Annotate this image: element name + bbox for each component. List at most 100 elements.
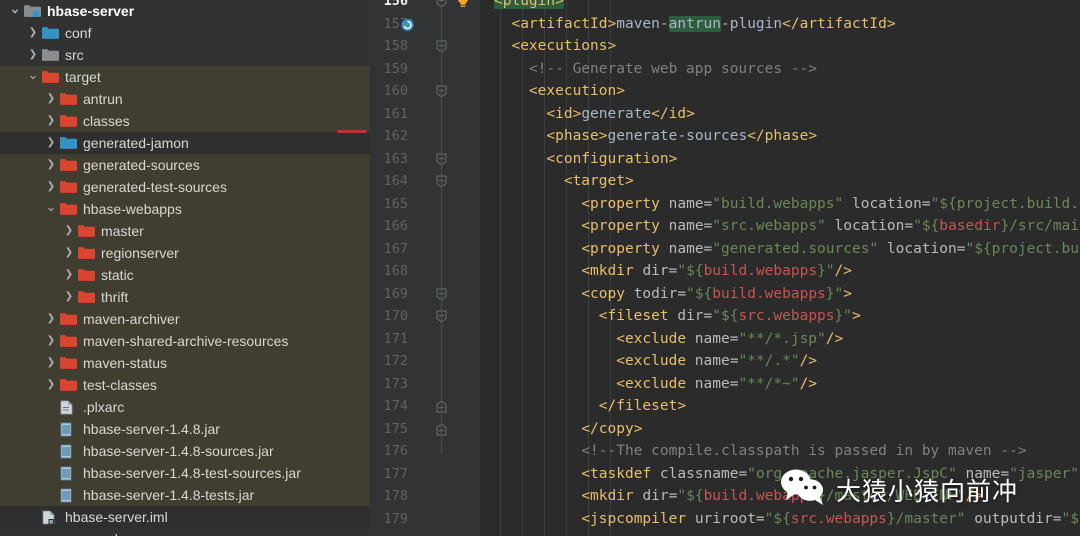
gutter-line[interactable]: 157 <box>370 13 480 36</box>
chevron-right-icon[interactable]: ❯ <box>26 28 40 38</box>
code-line[interactable]: <configuration> <box>480 148 1080 171</box>
code-line[interactable]: <exclude name="**/*.jsp"/> <box>480 328 1080 351</box>
tree-item-generated-sources[interactable]: ❯ generated-sources <box>0 154 370 176</box>
tree-item-master[interactable]: ❯ master <box>0 220 370 242</box>
gutter-line[interactable]: 162 <box>370 125 480 148</box>
gutter-line[interactable]: 166 <box>370 215 480 238</box>
code-line[interactable]: <executions> <box>480 35 1080 58</box>
gutter-line[interactable]: 167 <box>370 238 480 261</box>
code-line[interactable]: <mkdir dir="${build.webapps}/master/WEB-… <box>480 485 1080 508</box>
code-line[interactable]: </copy> <box>480 418 1080 441</box>
code-line[interactable]: <!--The compile.classpath is passed in b… <box>480 440 1080 463</box>
code-line[interactable]: <copy todir="${build.webapps}"> <box>480 283 1080 306</box>
gutter-line[interactable]: 172 <box>370 350 480 373</box>
chevron-right-icon[interactable]: ❯ <box>44 336 58 346</box>
gutter-line[interactable]: 164 <box>370 170 480 193</box>
code-line[interactable]: <plugin> <box>480 0 1080 13</box>
tree-item-maven-shared-archive-resources[interactable]: ❯ maven-shared-archive-resources <box>0 330 370 352</box>
code-line[interactable]: <exclude name="**/*~"/> <box>480 373 1080 396</box>
tree-item-hbase-server-1-4-8-sources-jar[interactable]: hbase-server-1.4.8-sources.jar <box>0 440 370 462</box>
gutter-line[interactable]: 177 <box>370 463 480 486</box>
gutter-line[interactable]: 156 <box>370 0 480 13</box>
intention-bulb-icon[interactable] <box>456 0 470 8</box>
tree-item-hbase-server-1-4-8-tests-jar[interactable]: hbase-server-1.4.8-tests.jar <box>0 484 370 506</box>
code-line[interactable]: <property name="src.webapps" location="$… <box>480 215 1080 238</box>
code-line[interactable]: <target> <box>480 170 1080 193</box>
gutter-line[interactable]: 178 <box>370 485 480 508</box>
tree-item-hbase-server-1-4-8-jar[interactable]: hbase-server-1.4.8.jar <box>0 418 370 440</box>
gutter-line[interactable]: 173 <box>370 373 480 396</box>
chevron-right-icon[interactable]: ❯ <box>44 116 58 126</box>
gutter-line[interactable]: 176 <box>370 440 480 463</box>
tree-item-thrift[interactable]: ❯ thrift <box>0 286 370 308</box>
folder-orange-icon <box>76 267 96 283</box>
tree-item-regionserver[interactable]: ❯ regionserver <box>0 242 370 264</box>
editor-gutter[interactable]: 156 157 158 159 160 161 162 163 164 165 166 167 168 1… <box>370 0 480 536</box>
code-editor[interactable]: 156 157 158 159 160 161 162 163 164 165 166 167 168 1… <box>370 0 1080 536</box>
tree-item-target[interactable]: ⌄ target <box>0 66 370 88</box>
chevron-right-icon[interactable]: ❯ <box>44 138 58 148</box>
vcs-revert-icon[interactable] <box>400 17 415 32</box>
code-line[interactable]: </fileset> <box>480 395 1080 418</box>
tree-item-antrun[interactable]: ❯ antrun <box>0 88 370 110</box>
chevron-right-icon[interactable]: ❯ <box>44 182 58 192</box>
code-line[interactable]: <phase>generate-sources</phase> <box>480 125 1080 148</box>
chevron-right-icon[interactable]: ❯ <box>44 380 58 390</box>
code-line[interactable]: <mkdir dir="${build.webapps}"/> <box>480 260 1080 283</box>
code-line[interactable]: <property name="generated.sources" locat… <box>480 238 1080 261</box>
tree-item-conf[interactable]: ❯ conf <box>0 22 370 44</box>
chevron-right-icon[interactable]: ❯ <box>44 314 58 324</box>
tree-item-maven-archiver[interactable]: ❯ maven-archiver <box>0 308 370 330</box>
project-tree-panel[interactable]: ⌄ hbase-server ❯ conf ❯ src ⌄ target ❯ antrun ❯ cla… <box>0 0 370 536</box>
code-line[interactable]: <exclude name="**/.*"/> <box>480 350 1080 373</box>
tree-item-pom-xml[interactable]: m pom.xml <box>0 528 370 536</box>
tree-item-src[interactable]: ❯ src <box>0 44 370 66</box>
gutter-line[interactable]: 170 <box>370 305 480 328</box>
tree-item-generated-test-sources[interactable]: ❯ generated-test-sources <box>0 176 370 198</box>
chevron-right-icon[interactable]: ❯ <box>44 358 58 368</box>
tree-item--plxarc[interactable]: .plxarc <box>0 396 370 418</box>
tree-item-hbase-server[interactable]: ⌄ hbase-server <box>0 0 370 22</box>
code-line[interactable]: <property name="build.webapps" location=… <box>480 193 1080 216</box>
gutter-line[interactable]: 174 <box>370 395 480 418</box>
gutter-line[interactable]: 175 <box>370 418 480 441</box>
tree-item-hbase-server-iml[interactable]: hbase-server.iml <box>0 506 370 528</box>
gutter-line[interactable]: 171 <box>370 328 480 351</box>
tree-item-classes[interactable]: ❯ classes <box>0 110 370 132</box>
chevron-right-icon[interactable]: ❯ <box>44 160 58 170</box>
code-line[interactable]: <!-- Generate web app sources --> <box>480 58 1080 81</box>
tree-item-test-classes[interactable]: ❯ test-classes <box>0 374 370 396</box>
gutter-line[interactable]: 165 <box>370 193 480 216</box>
code-line[interactable]: <fileset dir="${src.webapps}"> <box>480 305 1080 328</box>
code-content[interactable]: <plugin> <artifactId>maven-antrun-plugin… <box>480 0 1080 536</box>
tree-item-static[interactable]: ❯ static <box>0 264 370 286</box>
chevron-right-icon[interactable]: ❯ <box>62 248 76 258</box>
gutter-line[interactable]: 161 <box>370 103 480 126</box>
gutter-line[interactable]: 158 <box>370 35 480 58</box>
code-line[interactable]: <id>generate</id> <box>480 103 1080 126</box>
code-line[interactable]: <artifactId>maven-antrun-plugin</artifac… <box>480 13 1080 36</box>
gutter-line[interactable]: 163 <box>370 148 480 171</box>
chevron-down-icon[interactable]: ⌄ <box>44 200 58 213</box>
chevron-right-icon[interactable]: ❯ <box>26 50 40 60</box>
gutter-line[interactable]: 169 <box>370 283 480 306</box>
gutter-line[interactable]: 168 <box>370 260 480 283</box>
code-line[interactable]: <taskdef classname="org.apache.jasper.Js… <box>480 463 1080 486</box>
tree-item-maven-status[interactable]: ❯ maven-status <box>0 352 370 374</box>
tree-item-generated-jamon[interactable]: ❯ generated-jamon <box>0 132 370 154</box>
chevron-down-icon[interactable]: ⌄ <box>8 2 22 15</box>
chevron-down-icon[interactable]: ⌄ <box>26 68 40 81</box>
maven-m-icon: m <box>40 531 60 536</box>
gutter-line[interactable]: 179 <box>370 508 480 531</box>
tree-item-hbase-server-1-4-8-test-sources-jar[interactable]: hbase-server-1.4.8-test-sources.jar <box>0 462 370 484</box>
code-line[interactable]: <jspcompiler uriroot="${src.webapps}/mas… <box>480 508 1080 531</box>
chevron-right-icon[interactable]: ❯ <box>62 270 76 280</box>
chevron-right-icon[interactable]: ❯ <box>62 292 76 302</box>
chevron-right-icon[interactable]: ❯ <box>62 226 76 236</box>
code-line[interactable]: <execution> <box>480 80 1080 103</box>
line-number: 164 <box>383 173 408 189</box>
chevron-right-icon[interactable]: ❯ <box>44 94 58 104</box>
gutter-line[interactable]: 160 <box>370 80 480 103</box>
gutter-line[interactable]: 159 <box>370 58 480 81</box>
tree-item-hbase-webapps[interactable]: ⌄ hbase-webapps <box>0 198 370 220</box>
